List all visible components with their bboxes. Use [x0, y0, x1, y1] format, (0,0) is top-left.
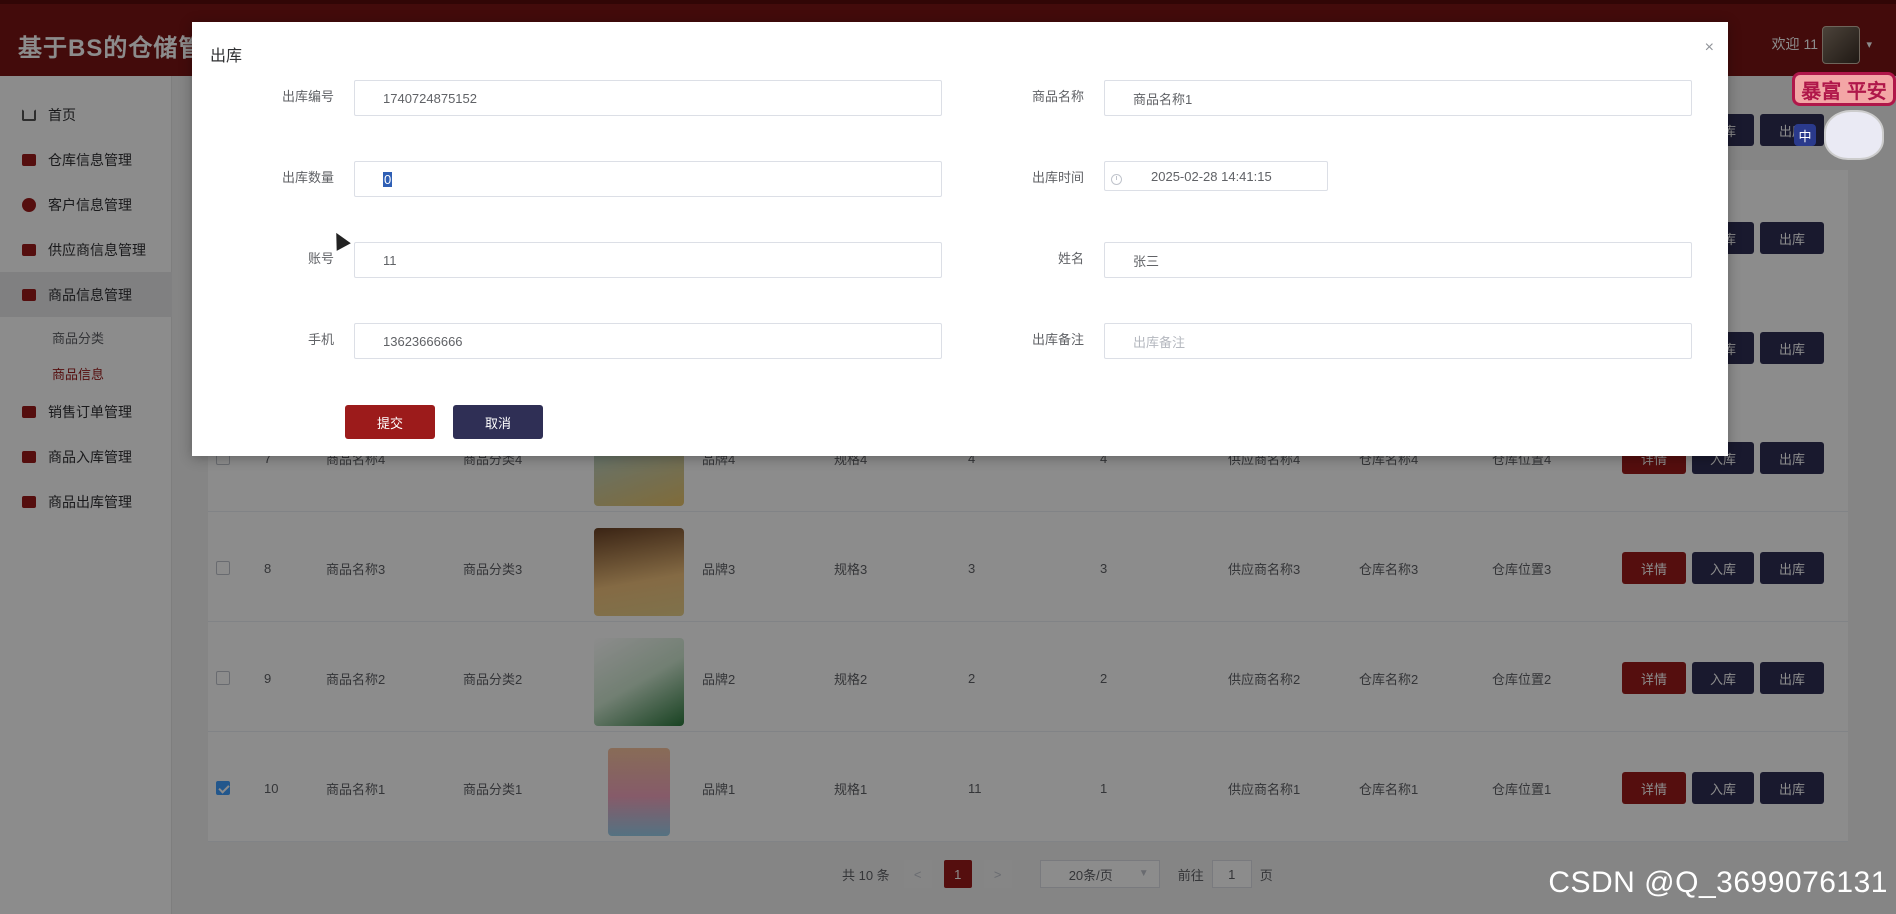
watermark: CSDN @Q_3699076131: [1548, 866, 1888, 899]
close-icon[interactable]: ×: [1705, 40, 1714, 56]
out-time-picker[interactable]: 2025-02-28 14:41:15: [1104, 161, 1328, 191]
phone-input[interactable]: 13623666666: [354, 323, 942, 359]
dialog-title: 出库: [210, 48, 243, 65]
remark-input[interactable]: 出库备注: [1104, 323, 1692, 359]
out-no-label: 出库编号: [281, 89, 334, 104]
phone-label: 手机: [307, 332, 334, 347]
out-qty-input[interactable]: 0: [354, 161, 942, 197]
remark-label: 出库备注: [1031, 332, 1084, 347]
sticker-text: 暴富 平安: [1792, 72, 1896, 106]
product-name-label: 商品名称: [1031, 89, 1084, 104]
clock-icon: [1111, 174, 1122, 185]
out-qty-value: 0: [383, 171, 393, 187]
out-no-input[interactable]: 1740724875152: [354, 80, 942, 116]
product-name-input[interactable]: 商品名称1: [1104, 80, 1692, 116]
account-label: 账号: [307, 251, 334, 266]
account-input[interactable]: 11: [354, 242, 942, 278]
out-time-value: 2025-02-28 14:41:15: [1151, 168, 1272, 184]
stock-out-dialog: 出库 × 出库编号 1740724875152 商品名称 商品名称1 出库数量 …: [192, 22, 1728, 456]
out-time-label: 出库时间: [1031, 170, 1084, 185]
name-input[interactable]: 张三: [1104, 242, 1692, 278]
name-label: 姓名: [1057, 251, 1084, 266]
sticker-char: 中: [1794, 124, 1816, 146]
cat-icon: [1824, 110, 1884, 160]
cancel-button[interactable]: 取消: [453, 405, 543, 439]
submit-button[interactable]: 提交: [345, 405, 435, 439]
out-qty-label: 出库数量: [281, 170, 334, 185]
decorative-sticker: 暴富 平安 中: [1786, 64, 1896, 174]
